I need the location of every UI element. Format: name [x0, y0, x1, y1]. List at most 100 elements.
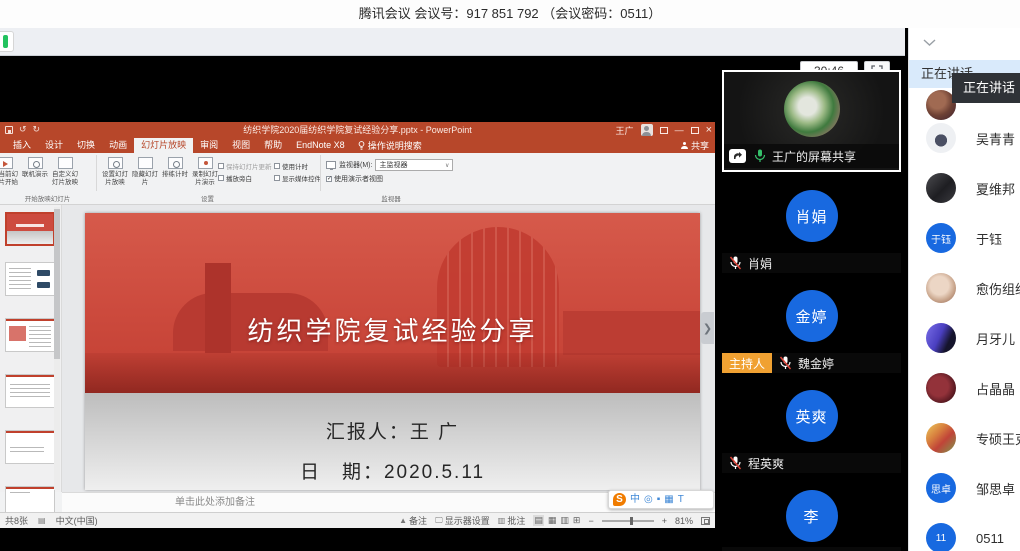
- group-label: 开始放映幻灯片: [0, 193, 95, 203]
- present-online-button[interactable]: 联机演示: [20, 155, 50, 186]
- hide-slide-button[interactable]: 隐藏幻灯片: [130, 155, 160, 186]
- normal-view-button[interactable]: ▤: [533, 515, 544, 526]
- participant-row[interactable]: 愈伤组织: [909, 263, 1020, 313]
- custom-slideshow-button[interactable]: 自定义幻灯片放映: [50, 155, 80, 186]
- avatar: [926, 323, 956, 353]
- slide-thumbnail[interactable]: [5, 212, 55, 246]
- zoom-slider[interactable]: [602, 520, 654, 522]
- setup-slideshow-button[interactable]: 设置幻灯片放映: [100, 155, 130, 186]
- participant-row[interactable]: 思卓 邹思卓: [909, 463, 1020, 513]
- video-tile[interactable]: 李 李: [722, 474, 901, 551]
- avatar: 李: [786, 490, 838, 542]
- record-slideshow-button[interactable]: 录制幻灯片演示: [190, 155, 220, 186]
- slide-thumbnail[interactable]: [5, 318, 55, 352]
- slide-thumbnail[interactable]: [5, 374, 55, 408]
- user-avatar[interactable]: [641, 124, 653, 136]
- ppt-user-name: 王广: [616, 124, 634, 137]
- comments-toggle[interactable]: ▥ 批注: [498, 514, 526, 527]
- tab-review[interactable]: 审阅: [193, 138, 225, 153]
- participant-row[interactable]: 占晶晶: [909, 363, 1020, 413]
- zoom-out-button[interactable]: −: [588, 516, 593, 526]
- zoom-in-button[interactable]: +: [662, 516, 667, 526]
- language-indicator[interactable]: 中文(中国): [56, 514, 98, 527]
- ime-keyboard-icon[interactable]: ▦: [664, 493, 673, 506]
- notes-icon: ▲: [399, 516, 407, 525]
- tab-animations[interactable]: 动画: [102, 138, 134, 153]
- tile-name: 王广的屏幕共享: [767, 148, 856, 165]
- participant-row[interactable]: 11 0511: [909, 513, 1020, 551]
- rehearse-timings-button[interactable]: 排练计时: [160, 155, 190, 186]
- close-button[interactable]: ×: [706, 124, 712, 136]
- participant-name: 占晶晶: [976, 379, 1015, 398]
- tab-view[interactable]: 视图: [225, 138, 257, 153]
- thumbnail-scrollbar[interactable]: [54, 207, 60, 490]
- view-switcher: ▤ ▦ ▥ ⊞: [533, 515, 580, 526]
- zoom-percent[interactable]: 81%: [675, 516, 693, 526]
- mic-muted-icon: [778, 356, 793, 371]
- tab-transitions[interactable]: 切换: [70, 138, 102, 153]
- tab-slideshow[interactable]: 幻灯片放映: [134, 138, 193, 153]
- tab-help[interactable]: 帮助: [257, 138, 289, 153]
- notes-toggle[interactable]: ▲ 备注: [399, 514, 427, 527]
- sogou-logo[interactable]: S: [613, 493, 626, 506]
- ime-punct-icon[interactable]: ◎: [644, 493, 653, 506]
- participant-row[interactable]: 月牙儿: [909, 313, 1020, 363]
- slide-date-line: 日 期：2020.5.11: [85, 457, 700, 484]
- slide-presenter-line: 汇报人：王 广: [85, 417, 700, 444]
- presenter-view-checkbox[interactable]: ✓ 使用演示者视图: [326, 172, 453, 186]
- slide-sorter-view-button[interactable]: ▦: [548, 515, 557, 526]
- participant-row[interactable]: 专硕王克翠: [909, 413, 1020, 463]
- slide-canvas[interactable]: 纺织学院复试经验分享 汇报人：王 广 日 期：2020.5.11: [85, 213, 700, 490]
- slide-thumbnail[interactable]: [5, 430, 55, 464]
- chevron-right-icon: ❯: [703, 322, 712, 335]
- show-media-controls-checkbox[interactable]: 显示媒体控件: [274, 173, 321, 183]
- reading-view-button[interactable]: ▥: [560, 515, 569, 526]
- tile-name: 肖娟: [743, 255, 772, 272]
- slide-thumbnail-panel: [0, 205, 62, 492]
- ppt-title-bar: ↺ ↻ 纺织学院2020届纺织学院复试经验分享.pptx - PowerPoin…: [0, 122, 715, 138]
- participant-row[interactable]: 夏维邦: [909, 163, 1020, 213]
- tab-endnote[interactable]: EndNote X8: [289, 138, 352, 153]
- participant-row[interactable]: 于钰 于钰: [909, 213, 1020, 263]
- fit-to-window-button[interactable]: [701, 517, 710, 525]
- keep-slides-updated-checkbox[interactable]: 保持幻灯片更新: [218, 161, 274, 171]
- record-icon: [198, 157, 213, 169]
- slideshow-view-button[interactable]: ⊞: [573, 515, 581, 526]
- ime-mic-icon[interactable]: ▪: [657, 493, 661, 506]
- display-settings-button[interactable]: 🖵 显示器设置: [435, 514, 490, 527]
- video-tile-label: 肖娟: [722, 253, 901, 273]
- next-slide-button[interactable]: ❯: [701, 312, 714, 344]
- tell-me-search[interactable]: 操作说明搜索: [352, 138, 428, 153]
- video-tile[interactable]: 金婷 主持人 魏金婷: [722, 274, 901, 374]
- video-tile-label: 程英爽: [722, 453, 901, 473]
- slide-thumbnail[interactable]: [5, 262, 55, 296]
- video-tile[interactable]: 英爽 程英爽: [722, 374, 901, 474]
- ppt-window-title: 纺织学院2020届纺织学院复试经验分享.pptx - PowerPoint: [0, 122, 715, 138]
- ime-lang-icon[interactable]: 中: [630, 493, 640, 506]
- ribbon-options-icon[interactable]: [660, 127, 668, 134]
- mic-on-icon: [752, 149, 767, 164]
- play-narrations-checkbox[interactable]: 播放旁白: [218, 173, 274, 183]
- video-tile[interactable]: 肖娟 肖娟: [722, 174, 901, 274]
- ppt-status-bar: 共8张 ▤ 中文(中国) ▲ 备注 🖵 显示器设置 ▥ 批注 ▤: [0, 512, 715, 528]
- ppt-share-button[interactable]: 共享: [681, 138, 709, 153]
- group-label: 监视器: [326, 193, 456, 203]
- from-current-slide-button[interactable]: 从当前幻灯片开始: [0, 155, 20, 186]
- participant-row[interactable]: 吴青青: [909, 113, 1020, 163]
- zoom-slider-thumb[interactable]: [630, 517, 633, 525]
- restore-button[interactable]: [691, 127, 699, 134]
- monitor-select[interactable]: 主监视器 ∨: [375, 159, 453, 171]
- online-icon: [28, 157, 43, 169]
- video-tile-screen-share[interactable]: 王广的屏幕共享: [722, 70, 901, 172]
- slide-lower-band: 汇报人：王 广 日 期：2020.5.11: [85, 393, 700, 490]
- ime-toolbar[interactable]: S 中 ◎ ▪ ▦ T: [608, 490, 714, 509]
- tencent-meeting-window: 腾讯会议 会议号：917 851 792 （会议密码：0511） 30:46 正…: [0, 0, 1020, 551]
- use-timings-checkbox[interactable]: 使用计时: [274, 161, 308, 171]
- video-tile-label: 王广的屏幕共享: [724, 144, 899, 168]
- collapse-panel-button[interactable]: [923, 37, 936, 49]
- tab-design[interactable]: 设计: [38, 138, 70, 153]
- minimize-button[interactable]: —: [675, 125, 684, 135]
- avatar: 肖娟: [786, 190, 838, 242]
- tab-insert[interactable]: 插入: [6, 138, 38, 153]
- ime-toolbox-icon[interactable]: T: [678, 493, 684, 506]
